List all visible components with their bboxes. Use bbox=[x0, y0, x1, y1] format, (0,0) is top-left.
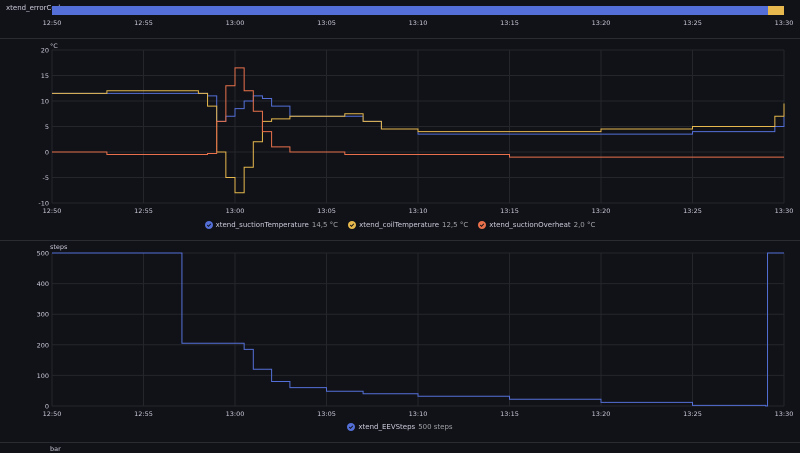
temp-y-tick-label: 10 bbox=[41, 98, 49, 106]
checkmark-icon bbox=[204, 221, 213, 229]
temp-x-tick-label: 13:00 bbox=[226, 207, 245, 215]
state-bar-end[interactable] bbox=[768, 6, 784, 15]
state-timeline-x-axis: 12:50 12:55 13:00 13:05 13:10 13:15 13:20 13:25… bbox=[43, 19, 794, 27]
eev-x-tick-label: 13:20 bbox=[592, 410, 611, 418]
state-timeline-svg[interactable]: 12:50 12:55 13:00 13:05 13:10 13:15 13:20 13:25… bbox=[0, 0, 800, 30]
eev-steps-chart[interactable]: 500400300200100012:50 12:55 13:00 13:05 13:1… bbox=[0, 240, 800, 420]
legend-series-value: 12,5 °C bbox=[442, 221, 469, 229]
temp-x-tick-label: 13:10 bbox=[409, 207, 428, 215]
temp-x-tick-label: 13:15 bbox=[500, 207, 519, 215]
eev-x-tick-label: 13:15 bbox=[500, 410, 519, 418]
temp-x-tick-label: 13:30 bbox=[775, 207, 794, 215]
eev-x-tick-label: 13:05 bbox=[317, 410, 336, 418]
eev-x-tick-label: 12:55 bbox=[134, 410, 153, 418]
eev-x-tick-label: 12:50 bbox=[43, 410, 62, 418]
legend-series-name: xtend_coilTemperature bbox=[359, 221, 440, 229]
temperature-chart[interactable]: 20151050-5-1012:50 12:55 13:00 13:05 13:10 13… bbox=[0, 40, 800, 240]
eev-legend-item[interactable]: xtend_EEVSteps 500 steps bbox=[347, 423, 453, 431]
state-x-tick-label: 12:50 bbox=[43, 19, 62, 27]
eev-x-tick-label: 13:25 bbox=[683, 410, 702, 418]
panel-divider bbox=[0, 38, 800, 39]
state-x-tick-label: 13:00 bbox=[226, 19, 245, 27]
eev-y-tick-label: 100 bbox=[37, 372, 49, 380]
legend-series-value: 14,5 °C bbox=[311, 221, 339, 229]
temp-legend-item[interactable]: xtend_suctionTemperature 14,5 °C bbox=[204, 221, 339, 229]
state-x-tick-label: 13:10 bbox=[409, 19, 428, 27]
temp-x-tick-label: 13:05 bbox=[317, 207, 336, 215]
legend-series-value: 500 steps bbox=[418, 423, 453, 431]
temp-legend-item[interactable]: xtend_coilTemperature 12,5 °C bbox=[348, 221, 468, 229]
legend-series-value: 2,0 °C bbox=[573, 221, 596, 229]
state-x-tick-label: 12:55 bbox=[134, 19, 153, 27]
temp-y-tick-label: -5 bbox=[43, 174, 49, 182]
eev-y-tick-label: 400 bbox=[37, 280, 49, 288]
temperature-legend: xtend_suctionTemperature 14,5 °C xtend_coi… bbox=[0, 221, 800, 229]
state-x-tick-label: 13:25 bbox=[683, 19, 702, 27]
panel-divider bbox=[0, 442, 800, 443]
eev-y-tick-label: 200 bbox=[37, 341, 49, 349]
eev-x-tick-label: 13:00 bbox=[226, 410, 245, 418]
state-x-tick-label: 13:05 bbox=[317, 19, 336, 27]
eev-y-tick-label: 500 bbox=[37, 250, 49, 258]
state-x-tick-label: 13:30 bbox=[775, 19, 794, 27]
temp-y-tick-label: 5 bbox=[45, 123, 49, 131]
legend-series-name: xtend_EEVSteps bbox=[358, 423, 416, 431]
temp-x-tick-label: 13:20 bbox=[592, 207, 611, 215]
temp-y-tick-label: 0 bbox=[45, 149, 49, 157]
temp-x-tick-label: 12:55 bbox=[134, 207, 153, 215]
state-x-tick-label: 13:20 bbox=[592, 19, 611, 27]
state-bar-main[interactable] bbox=[52, 6, 768, 15]
temp-y-tick-label: 15 bbox=[41, 72, 49, 80]
legend-series-name: xtend_suctionTemperature bbox=[215, 221, 309, 229]
checkmark-icon bbox=[348, 221, 357, 229]
eev-y-tick-label: 300 bbox=[37, 311, 49, 319]
checkmark-icon bbox=[478, 221, 487, 229]
eev-x-tick-label: 13:10 bbox=[409, 410, 428, 418]
eev-legend: xtend_EEVSteps 500 steps bbox=[0, 423, 800, 431]
temp-x-tick-label: 12:50 bbox=[43, 207, 62, 215]
temp-x-tick-label: 13:25 bbox=[683, 207, 702, 215]
eev-x-tick-label: 13:30 bbox=[775, 410, 794, 418]
state-x-tick-label: 13:15 bbox=[500, 19, 519, 27]
checkmark-icon bbox=[347, 423, 356, 431]
legend-series-name: xtend_suctionOverheat bbox=[489, 221, 571, 229]
temp-legend-item[interactable]: xtend_suctionOverheat 2,0 °C bbox=[478, 221, 595, 229]
temp-y-tick-label: 20 bbox=[41, 47, 49, 55]
